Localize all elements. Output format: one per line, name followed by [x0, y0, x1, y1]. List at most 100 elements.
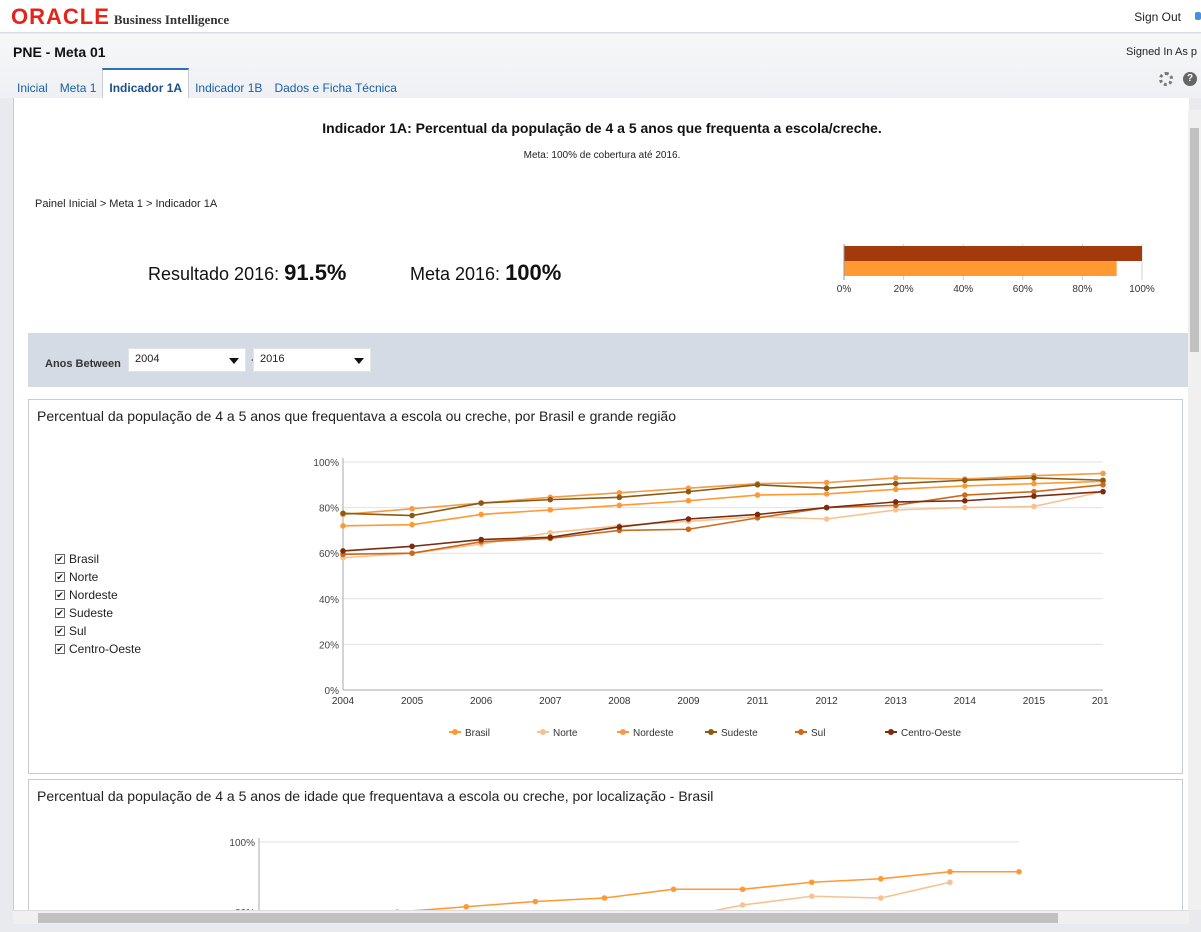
- location-chart-title: Percentual da população de 4 a 5 anos de…: [37, 788, 714, 804]
- data-point: [947, 868, 953, 875]
- legend-marker-sudeste: [708, 729, 714, 735]
- menu-icon[interactable]: [1195, 12, 1201, 20]
- product-name: Business Intelligence: [113, 12, 230, 27]
- tab-meta-1[interactable]: Meta 1: [54, 68, 103, 98]
- x-tick-label: 2006: [470, 696, 493, 707]
- series-toggle-brasil[interactable]: ✔ Brasil: [55, 550, 141, 568]
- chevron-down-icon[interactable]: [354, 358, 364, 364]
- tab-inicial[interactable]: Inicial: [11, 68, 54, 98]
- checkbox-icon[interactable]: ✔: [55, 626, 65, 636]
- data-point: [892, 499, 899, 505]
- checkbox-icon[interactable]: ✔: [55, 608, 65, 618]
- data-point: [962, 492, 968, 498]
- data-point: [685, 488, 692, 495]
- vertical-scroll-thumb[interactable]: [1190, 128, 1199, 352]
- legend-label-sul: Sul: [811, 728, 825, 739]
- x-tick-label: 60%: [1013, 284, 1033, 295]
- data-point: [409, 550, 415, 556]
- breadcrumb[interactable]: Painel Inicial > Meta 1 > Indicador 1A: [35, 198, 217, 210]
- x-tick-label: 100%: [1129, 284, 1155, 295]
- x-tick-label: 2008: [608, 696, 631, 707]
- x-tick-label: 20%: [894, 284, 914, 295]
- horizontal-scroll-thumb[interactable]: [38, 913, 1058, 923]
- oracle-logo: ORACLE Business Intelligence: [11, 6, 230, 28]
- data-point: [808, 893, 815, 900]
- dashboard-tabs: Inicial Meta 1 Indicador 1A Indicador 1B…: [11, 68, 403, 98]
- checkbox-icon[interactable]: ✔: [55, 554, 65, 564]
- data-point: [685, 526, 692, 533]
- series-toggle-sudeste[interactable]: ✔ Sudeste: [55, 604, 141, 622]
- dashboard-header: PNE - Meta 01 Signed In As p Inicial Met…: [0, 34, 1201, 98]
- gear-icon[interactable]: [1159, 72, 1173, 86]
- data-point: [1031, 503, 1037, 510]
- series-toggle-sul[interactable]: ✔ Sul: [55, 622, 141, 640]
- data-point: [962, 477, 968, 484]
- data-point: [685, 516, 692, 522]
- region-line-chart: 0%20%40%60%80%100%2004 2005 2006 2007 2008 20…: [313, 458, 1109, 739]
- x-tick-label: 2016: [1092, 696, 1109, 707]
- data-point: [532, 898, 539, 905]
- goal-kpi: Meta 2016: 100%: [410, 260, 561, 286]
- horizontal-scrollbar[interactable]: [13, 910, 1189, 924]
- legend-marker-norte: [540, 729, 546, 735]
- tab-dados-ficha-tecnica[interactable]: Dados e Ficha Técnica: [268, 68, 403, 98]
- legend-label-sudeste: Sudeste: [721, 728, 758, 739]
- data-point: [547, 507, 554, 513]
- tab-indicador-1b[interactable]: Indicador 1B: [189, 68, 268, 98]
- goal-label: Meta 2016:: [410, 264, 506, 284]
- location-line-chart: 80%100%: [229, 838, 1022, 910]
- year-from-select[interactable]: 2004: [128, 348, 246, 372]
- series-toggle-label: Centro-Oeste: [69, 642, 142, 656]
- help-icon[interactable]: ?: [1183, 72, 1197, 86]
- data-point: [1031, 475, 1037, 481]
- data-point: [962, 483, 968, 489]
- year-filter-bar: Anos Between 2004 - 2016: [28, 333, 1188, 387]
- legend-label-centro-oeste: Centro-Oeste: [901, 728, 961, 739]
- vertical-scrollbar[interactable]: [1188, 110, 1201, 910]
- goal-bar-chart: 0% 20% 40% 60% 80% 100%: [837, 244, 1155, 295]
- chevron-down-icon[interactable]: [229, 358, 239, 364]
- page-tools: ?: [1159, 72, 1197, 86]
- bar-meta-2016: [844, 246, 1142, 261]
- data-point: [547, 534, 554, 541]
- data-point: [616, 494, 623, 501]
- top-bar: ORACLE Business Intelligence Sign Out: [0, 0, 1201, 33]
- checkbox-icon[interactable]: ✔: [55, 572, 65, 582]
- checkbox-icon[interactable]: ✔: [55, 644, 65, 654]
- series-toggle-norte[interactable]: ✔ Norte: [55, 568, 141, 586]
- sign-out-link[interactable]: Sign Out: [1134, 10, 1181, 24]
- checkbox-icon[interactable]: ✔: [55, 590, 65, 600]
- indicator-title: Indicador 1A: Percentual da população de…: [322, 120, 882, 136]
- data-point: [823, 479, 830, 486]
- data-point: [1031, 480, 1037, 487]
- data-point: [1100, 482, 1106, 488]
- data-point: [340, 523, 346, 529]
- x-tick-label: 2004: [332, 696, 355, 707]
- year-to-select[interactable]: 2016: [253, 348, 371, 372]
- signed-in-as[interactable]: Signed In As p: [1126, 46, 1197, 58]
- data-point: [739, 902, 746, 908]
- data-point: [754, 482, 761, 488]
- year-to-value: 2016: [260, 353, 285, 365]
- x-tick-label: 2015: [1023, 696, 1046, 707]
- data-point: [463, 903, 470, 910]
- x-tick-label: 40%: [953, 284, 973, 295]
- data-point: [409, 543, 415, 550]
- x-tick-label: 2007: [539, 696, 562, 707]
- data-point: [1100, 470, 1106, 477]
- series-toggle-centro-oeste[interactable]: ✔ Centro-Oeste: [55, 640, 141, 658]
- series-line-centro-oeste: [342, 490, 1104, 552]
- series-toggle-nordeste[interactable]: ✔ Nordeste: [55, 586, 141, 604]
- data-point: [547, 496, 554, 503]
- y-tick-label: 20%: [319, 640, 339, 651]
- data-point: [962, 497, 968, 504]
- x-tick-label: 2005: [401, 696, 424, 707]
- data-point: [947, 879, 953, 886]
- x-tick-label: 2012: [816, 696, 839, 707]
- bar-resultado-2016: [844, 261, 1117, 276]
- series-checkbox-list: ✔ Brasil ✔ Norte ✔ Nordeste ✔ Sudeste ✔ Sul ✔…: [55, 550, 141, 658]
- legend-label-norte: Norte: [553, 728, 578, 739]
- x-tick-label: 2013: [885, 696, 908, 707]
- tab-indicador-1a[interactable]: Indicador 1A: [102, 68, 190, 98]
- x-tick-label: 80%: [1072, 284, 1092, 295]
